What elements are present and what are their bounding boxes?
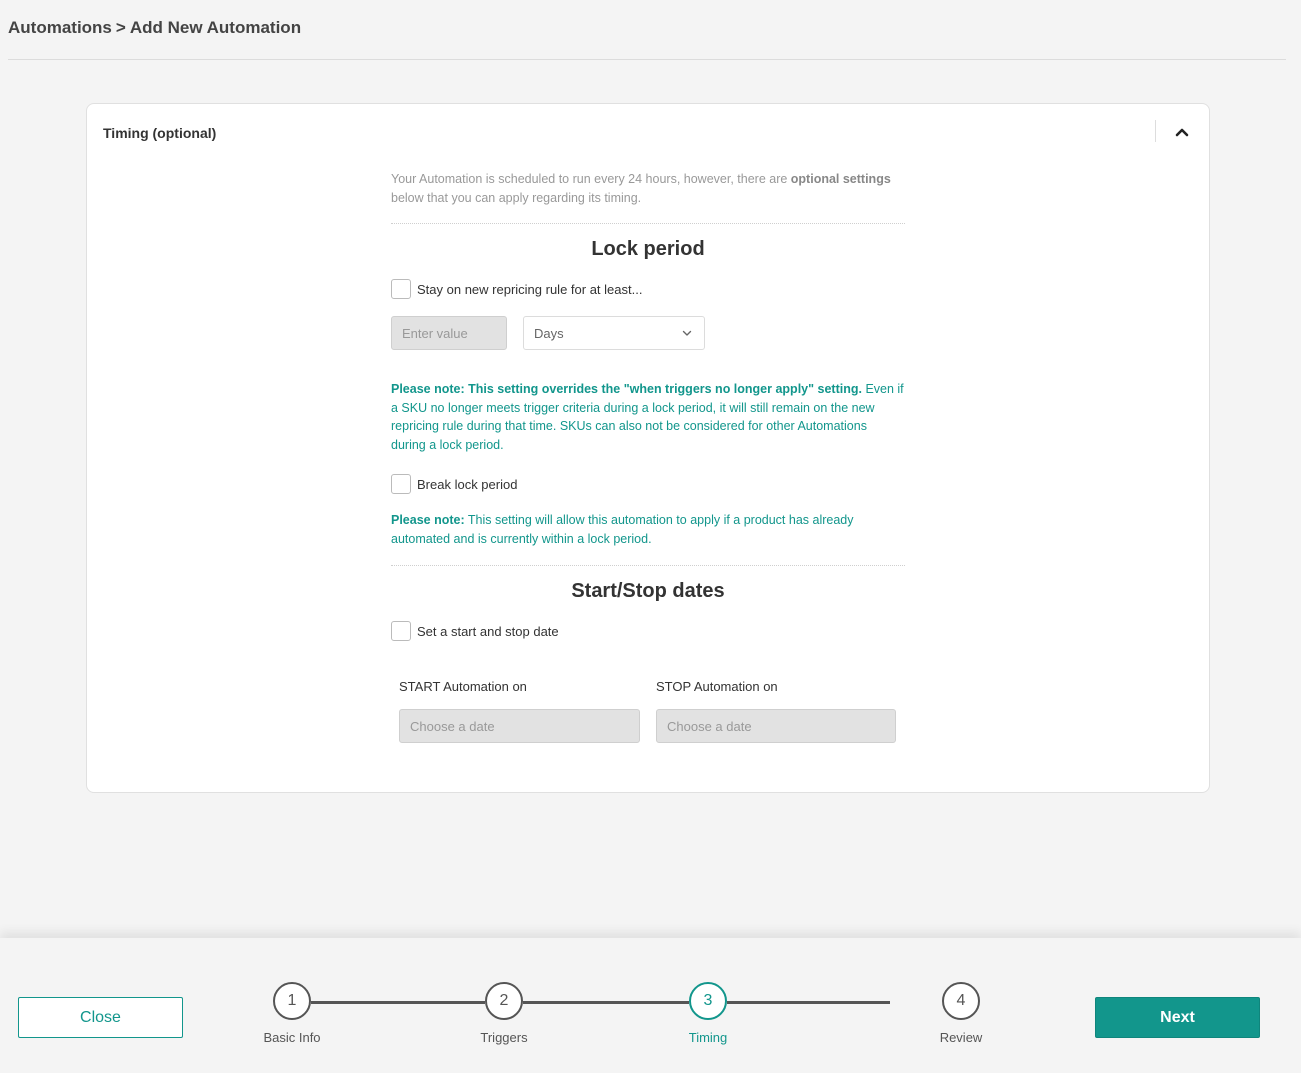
- timing-panel: Timing (optional) Your Automation is sch…: [86, 103, 1210, 793]
- start-stop-checkbox[interactable]: [391, 621, 411, 641]
- collapse-button[interactable]: [1171, 121, 1193, 143]
- stop-date-group: STOP Automation on: [656, 679, 896, 743]
- wizard-footer: Close 1 Basic Info 2 Triggers 3 Timing 4…: [0, 938, 1301, 1073]
- stay-checkbox[interactable]: [391, 279, 411, 299]
- start-stop-title: Start/Stop dates: [571, 580, 725, 602]
- date-row: START Automation on STOP Automation on: [391, 679, 905, 743]
- step-number: 2: [485, 982, 523, 1020]
- intro-text: Your Automation is scheduled to run ever…: [391, 172, 891, 205]
- step-label: Triggers: [480, 1030, 528, 1045]
- chevron-up-icon: [1175, 128, 1189, 137]
- step-label: Timing: [688, 1030, 728, 1045]
- step-basic-info[interactable]: 1 Basic Info: [252, 982, 332, 1045]
- stay-row: Stay on new repricing rule for at least.…: [391, 279, 905, 299]
- close-button[interactable]: Close: [18, 997, 183, 1038]
- lock-value-row: Days: [391, 316, 905, 350]
- panel-title: Timing (optional): [103, 125, 217, 141]
- stop-date-input[interactable]: [656, 709, 896, 743]
- breadcrumb-parent[interactable]: Automations: [8, 18, 112, 37]
- breadcrumb: Automations > Add New Automation: [8, 18, 301, 38]
- unit-select[interactable]: Days: [523, 316, 705, 350]
- break-lock-label[interactable]: Break lock period: [417, 477, 517, 492]
- step-connector: [311, 1001, 485, 1004]
- section-divider: [391, 565, 905, 566]
- lock-period-title: Lock period: [591, 238, 705, 260]
- start-date-label: START Automation on: [399, 679, 527, 694]
- timing-content: Your Automation is scheduled to run ever…: [391, 170, 905, 743]
- break-lock-checkbox[interactable]: [391, 474, 411, 494]
- step-connector: [727, 1001, 890, 1004]
- break-note: Please note: This setting will allow thi…: [391, 513, 854, 546]
- step-label: Review: [939, 1030, 983, 1045]
- section-divider: [391, 223, 905, 224]
- step-connector: [523, 1001, 689, 1004]
- header-divider: [8, 59, 1286, 60]
- step-timing[interactable]: 3 Timing: [668, 982, 748, 1045]
- step-number: 1: [273, 982, 311, 1020]
- step-number: 4: [942, 982, 980, 1020]
- breadcrumb-current: Add New Automation: [129, 18, 302, 37]
- step-triggers[interactable]: 2 Triggers: [464, 982, 544, 1045]
- intro-bold: optional settings: [790, 172, 891, 186]
- step-review[interactable]: 4 Review: [921, 982, 1001, 1045]
- break-note-bold: Please note:: [391, 513, 465, 527]
- chevron-down-icon: [682, 330, 692, 336]
- lock-note: Please note: This setting overrides the …: [391, 382, 904, 452]
- start-stop-label[interactable]: Set a start and stop date: [417, 624, 559, 639]
- start-date-input[interactable]: [399, 709, 640, 743]
- breadcrumb-separator: >: [115, 18, 126, 37]
- step-label: Basic Info: [263, 1030, 321, 1045]
- lock-value-input[interactable]: [391, 316, 507, 350]
- collapse-divider: [1155, 120, 1156, 142]
- step-number: 3: [689, 982, 727, 1020]
- stay-checkbox-label[interactable]: Stay on new repricing rule for at least.…: [417, 282, 642, 297]
- unit-select-value: Days: [534, 325, 564, 341]
- lock-note-bold: Please note: This setting overrides the …: [391, 382, 862, 396]
- start-date-group: START Automation on: [399, 679, 640, 743]
- start-stop-row: Set a start and stop date: [391, 621, 905, 641]
- next-button[interactable]: Next: [1095, 997, 1260, 1038]
- stop-date-label: STOP Automation on: [656, 679, 778, 694]
- break-row: Break lock period: [391, 474, 905, 494]
